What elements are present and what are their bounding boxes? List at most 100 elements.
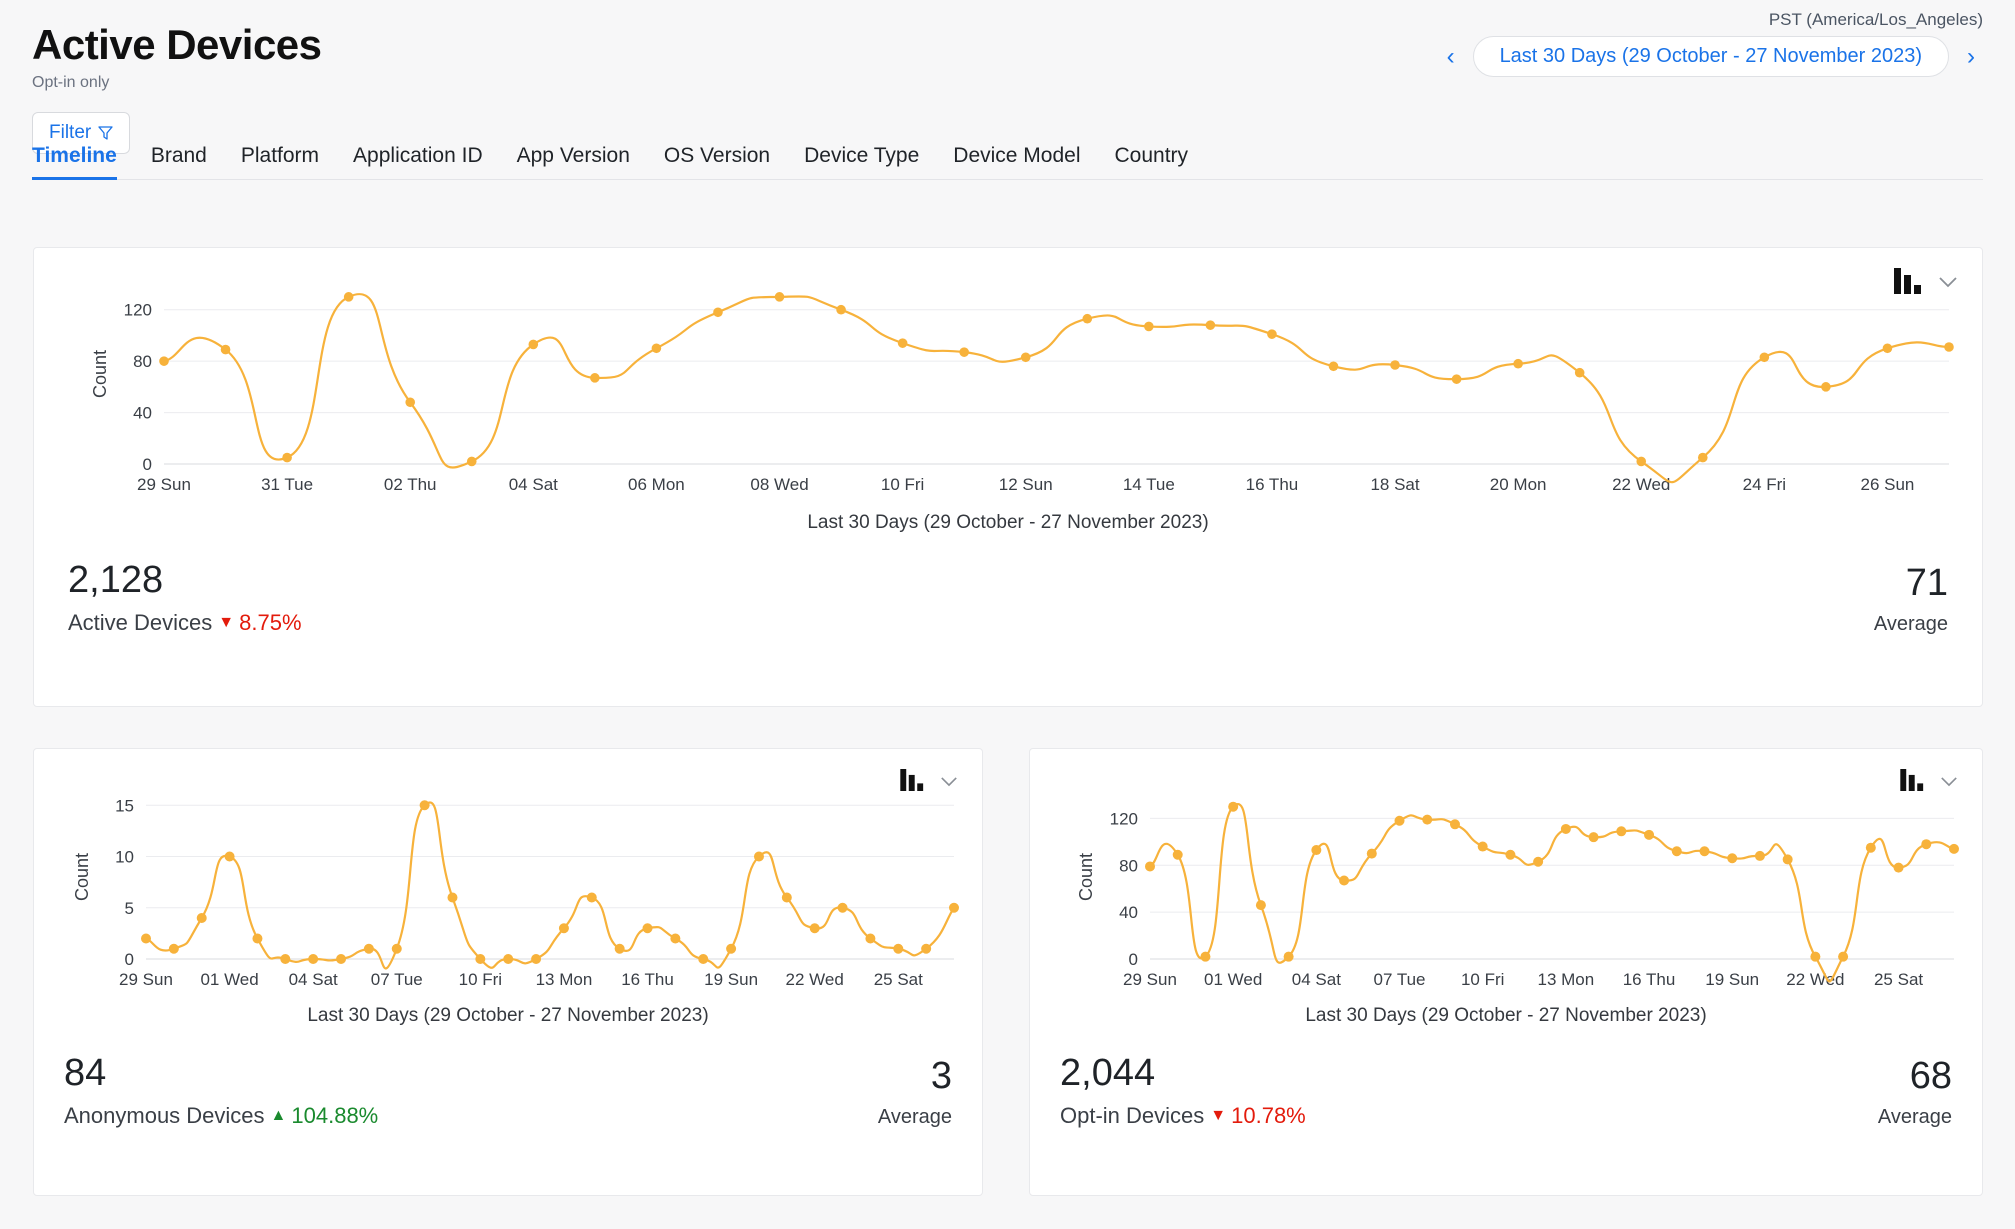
- data-point[interactable]: [1589, 832, 1599, 842]
- data-point[interactable]: [775, 292, 785, 302]
- data-point[interactable]: [1329, 361, 1339, 371]
- data-point[interactable]: [159, 356, 169, 366]
- data-point[interactable]: [405, 397, 415, 407]
- data-point[interactable]: [141, 934, 151, 944]
- data-point[interactable]: [959, 347, 969, 357]
- data-point[interactable]: [475, 954, 485, 964]
- data-point[interactable]: [1200, 952, 1210, 962]
- data-point[interactable]: [643, 923, 653, 933]
- data-point[interactable]: [1561, 824, 1571, 834]
- data-point[interactable]: [1949, 844, 1959, 854]
- data-point[interactable]: [559, 923, 569, 933]
- data-point[interactable]: [1838, 952, 1848, 962]
- data-point[interactable]: [590, 373, 600, 383]
- data-point[interactable]: [1636, 457, 1646, 467]
- data-point[interactable]: [1422, 815, 1432, 825]
- data-point[interactable]: [169, 944, 179, 954]
- data-point[interactable]: [713, 307, 723, 317]
- data-point[interactable]: [1810, 952, 1820, 962]
- data-point[interactable]: [1760, 352, 1770, 362]
- tab-application-id[interactable]: Application ID: [336, 144, 500, 179]
- data-point[interactable]: [898, 338, 908, 348]
- data-point[interactable]: [1513, 359, 1523, 369]
- data-point[interactable]: [1944, 342, 1954, 352]
- data-point[interactable]: [1755, 851, 1765, 861]
- data-point[interactable]: [1145, 861, 1155, 871]
- data-point[interactable]: [1082, 314, 1092, 324]
- data-point[interactable]: [782, 893, 792, 903]
- data-point[interactable]: [1478, 842, 1488, 852]
- tab-brand[interactable]: Brand: [134, 144, 224, 179]
- data-point[interactable]: [893, 944, 903, 954]
- data-point[interactable]: [1367, 849, 1377, 859]
- data-point[interactable]: [1616, 826, 1626, 836]
- data-point[interactable]: [1727, 853, 1737, 863]
- data-point[interactable]: [1390, 360, 1400, 370]
- data-point[interactable]: [1021, 352, 1031, 362]
- data-point[interactable]: [364, 944, 374, 954]
- data-point[interactable]: [1505, 850, 1515, 860]
- data-point[interactable]: [1533, 857, 1543, 867]
- data-point[interactable]: [1206, 320, 1216, 330]
- data-point[interactable]: [503, 954, 513, 964]
- data-point[interactable]: [1284, 952, 1294, 962]
- data-point[interactable]: [670, 934, 680, 944]
- data-point[interactable]: [1644, 830, 1654, 840]
- data-point[interactable]: [197, 913, 207, 923]
- tab-platform[interactable]: Platform: [224, 144, 336, 179]
- data-point[interactable]: [1311, 845, 1321, 855]
- data-point[interactable]: [225, 852, 235, 862]
- data-point[interactable]: [1883, 343, 1893, 353]
- data-point[interactable]: [1450, 819, 1460, 829]
- data-point[interactable]: [447, 893, 457, 903]
- data-point[interactable]: [467, 457, 477, 467]
- data-point[interactable]: [392, 944, 402, 954]
- data-point[interactable]: [1173, 850, 1183, 860]
- data-point[interactable]: [1339, 876, 1349, 886]
- date-range-button[interactable]: Last 30 Days (29 October - 27 November 2…: [1473, 36, 1949, 77]
- data-point[interactable]: [280, 954, 290, 964]
- data-point[interactable]: [949, 903, 959, 913]
- data-point[interactable]: [252, 934, 262, 944]
- tab-timeline[interactable]: Timeline: [32, 144, 134, 179]
- data-point[interactable]: [865, 934, 875, 944]
- data-point[interactable]: [615, 944, 625, 954]
- data-point[interactable]: [1144, 322, 1154, 332]
- data-point[interactable]: [1267, 329, 1277, 339]
- data-point[interactable]: [336, 954, 346, 964]
- data-point[interactable]: [529, 340, 539, 350]
- data-point[interactable]: [838, 903, 848, 913]
- data-point[interactable]: [1921, 839, 1931, 849]
- data-point[interactable]: [344, 292, 354, 302]
- data-point[interactable]: [1783, 854, 1793, 864]
- tab-app-version[interactable]: App Version: [500, 144, 647, 179]
- tab-country[interactable]: Country: [1098, 144, 1206, 179]
- data-point[interactable]: [1228, 802, 1238, 812]
- data-point[interactable]: [1698, 453, 1708, 463]
- data-point[interactable]: [308, 954, 318, 964]
- data-point[interactable]: [1672, 846, 1682, 856]
- data-point[interactable]: [698, 954, 708, 964]
- prev-range-button[interactable]: ‹: [1439, 43, 1463, 71]
- tab-device-model[interactable]: Device Model: [936, 144, 1097, 179]
- data-point[interactable]: [420, 800, 430, 810]
- data-point[interactable]: [836, 305, 846, 315]
- data-point[interactable]: [282, 453, 292, 463]
- data-point[interactable]: [1256, 900, 1266, 910]
- data-point[interactable]: [754, 852, 764, 862]
- data-point[interactable]: [1452, 374, 1462, 384]
- tab-os-version[interactable]: OS Version: [647, 144, 787, 179]
- data-point[interactable]: [1894, 863, 1904, 873]
- data-point[interactable]: [921, 944, 931, 954]
- data-point[interactable]: [810, 923, 820, 933]
- data-point[interactable]: [652, 343, 662, 353]
- data-point[interactable]: [1866, 843, 1876, 853]
- next-range-button[interactable]: ›: [1959, 43, 1983, 71]
- data-point[interactable]: [1395, 816, 1405, 826]
- data-point[interactable]: [587, 893, 597, 903]
- data-point[interactable]: [1821, 382, 1831, 392]
- data-point[interactable]: [726, 944, 736, 954]
- data-point[interactable]: [1575, 368, 1585, 378]
- data-point[interactable]: [531, 954, 541, 964]
- data-point[interactable]: [221, 345, 231, 355]
